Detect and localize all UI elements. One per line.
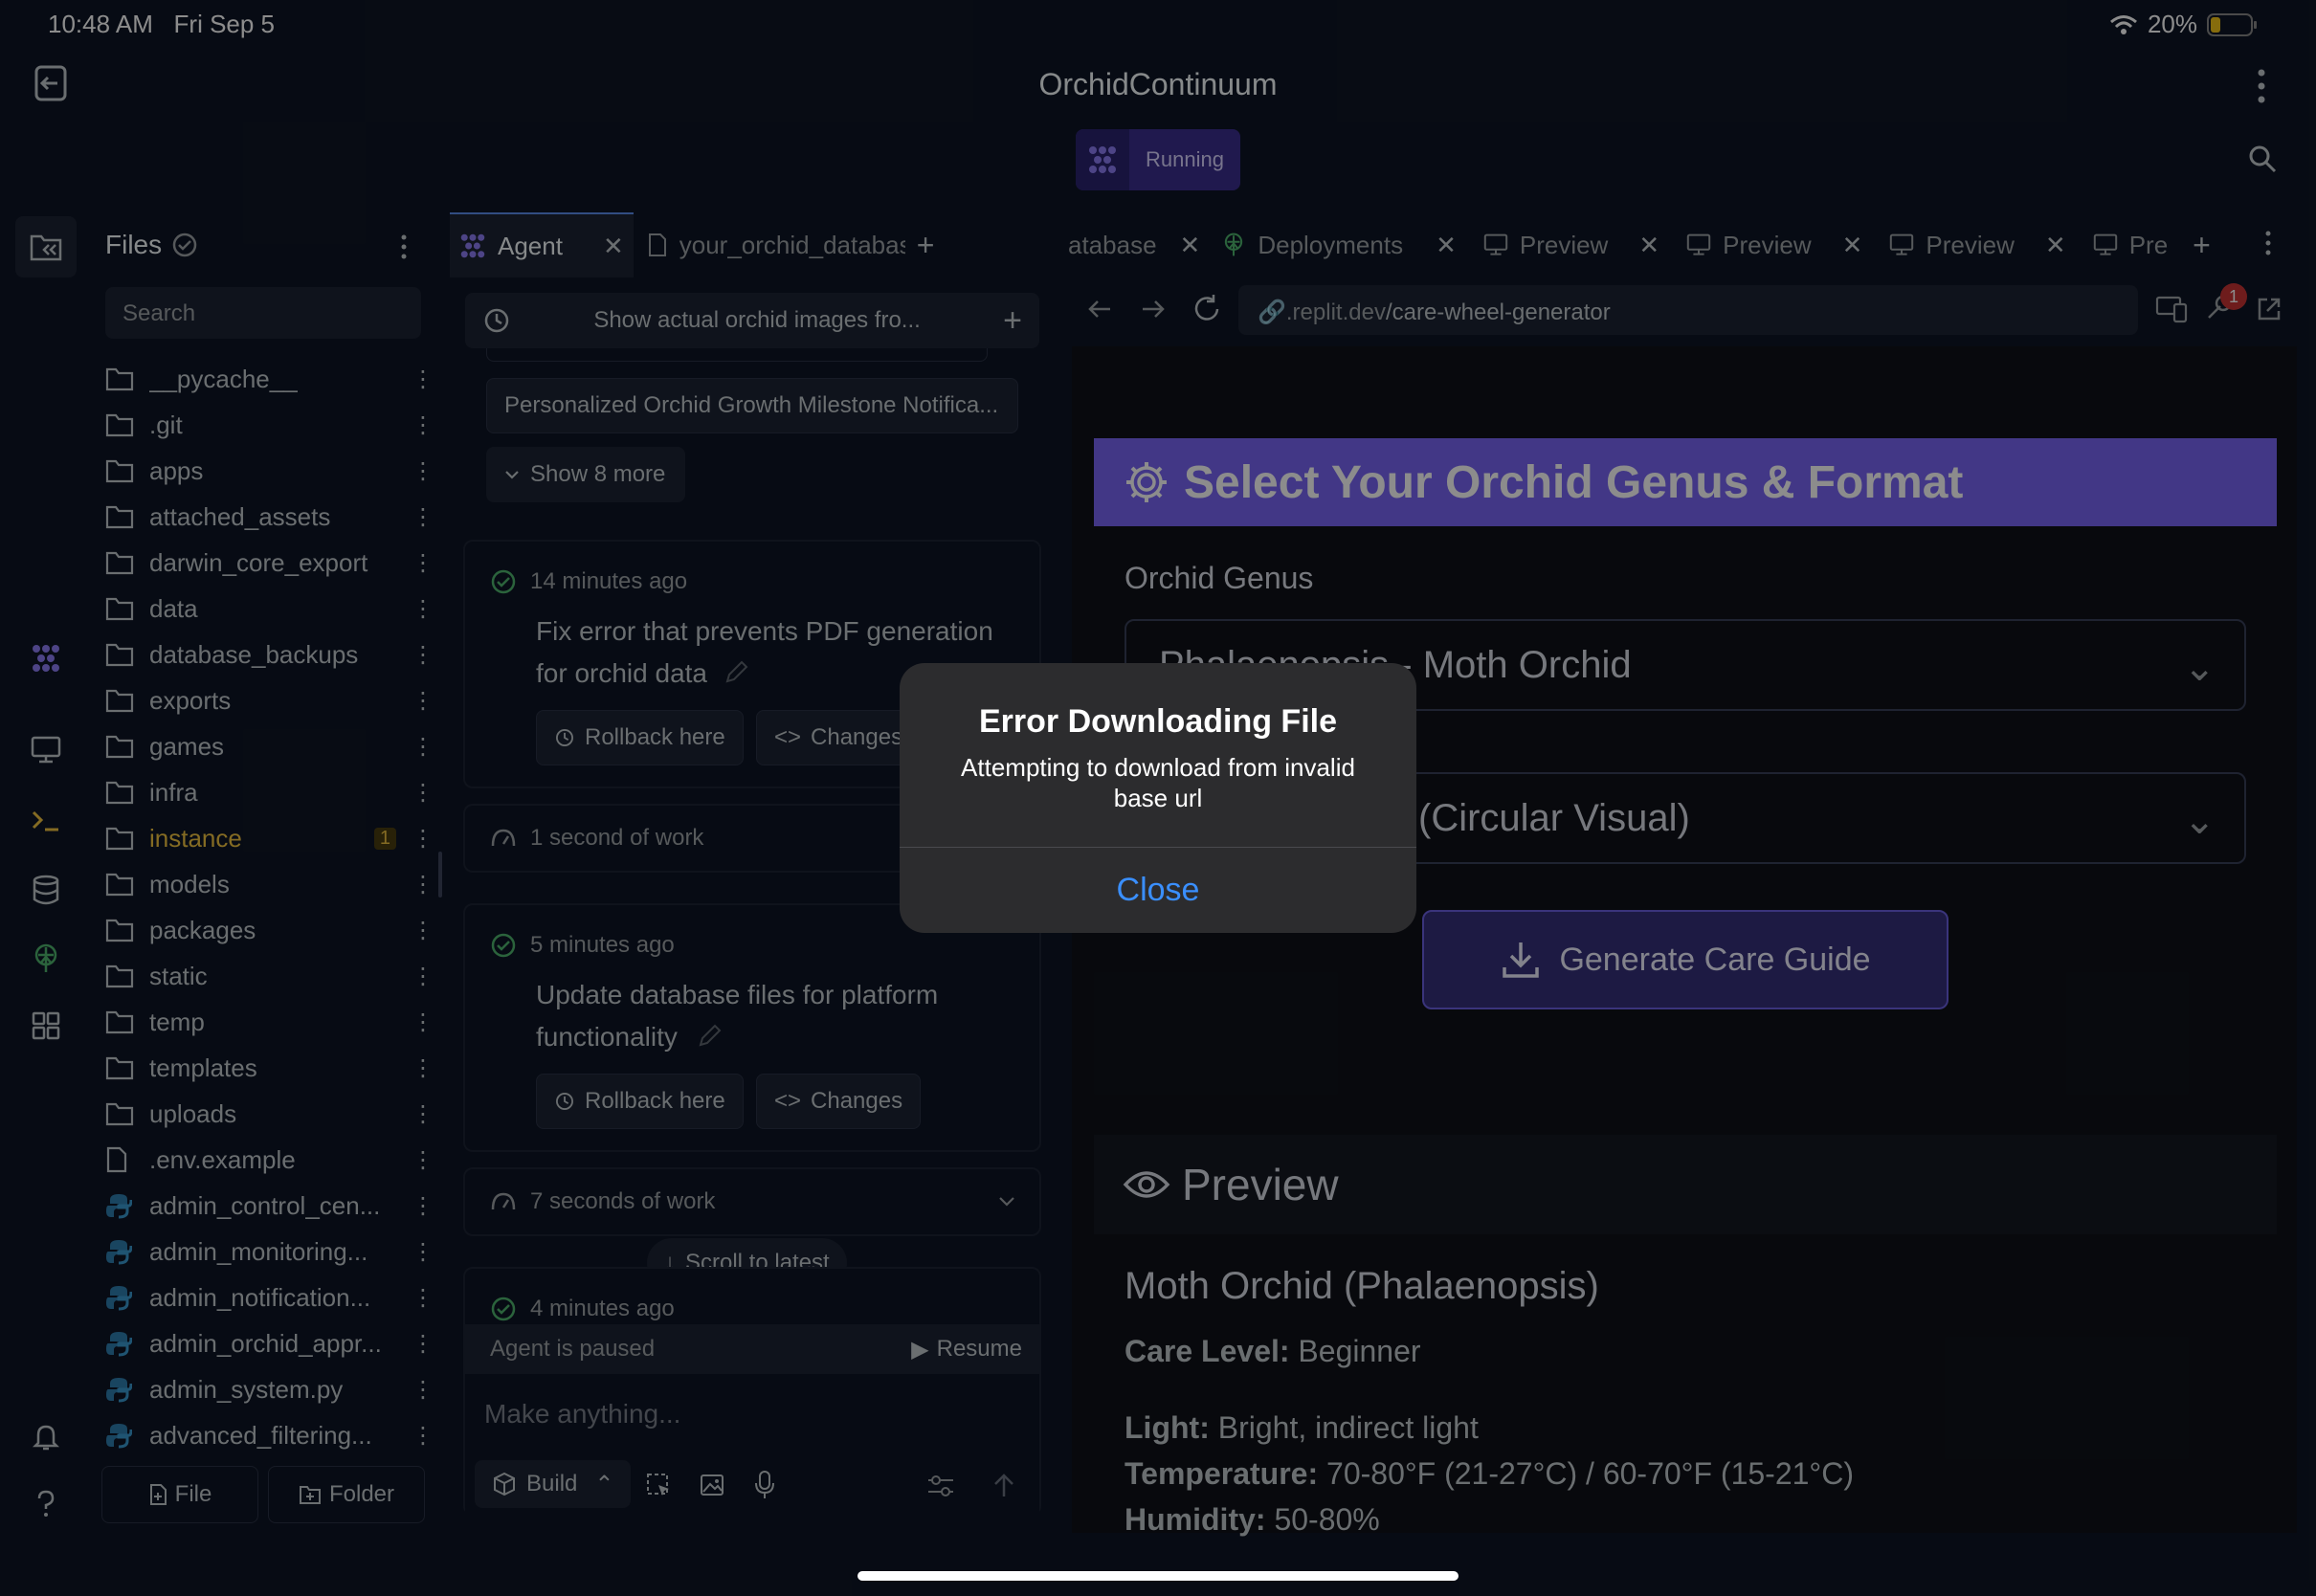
home-indicator[interactable]: [857, 1571, 1459, 1581]
error-dialog: Error Downloading File Attempting to dow…: [900, 663, 1416, 933]
dialog-message: Attempting to download from invalid base…: [961, 753, 1355, 812]
dialog-title: Error Downloading File: [978, 703, 1338, 740]
dialog-close-button[interactable]: Close: [900, 847, 1416, 933]
